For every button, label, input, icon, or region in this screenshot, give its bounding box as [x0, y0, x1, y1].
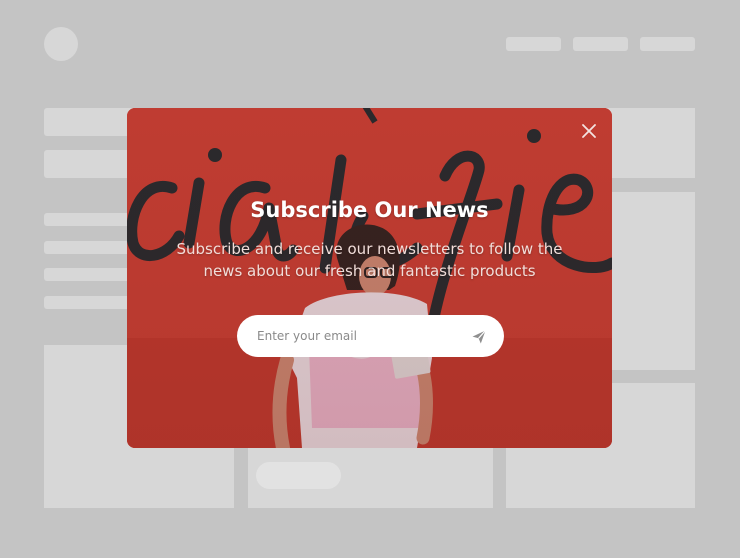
email-input[interactable] — [257, 315, 457, 357]
send-icon — [472, 330, 486, 344]
logo-placeholder — [44, 27, 78, 61]
subscribe-form — [237, 315, 504, 357]
close-icon — [582, 124, 596, 138]
nav-link-placeholder — [573, 37, 628, 51]
nav-link-placeholder — [506, 37, 561, 51]
close-button[interactable] — [579, 121, 599, 141]
popup-description: Subscribe and receive our newsletters to… — [176, 240, 563, 280]
subscribe-popup: Subscribe Our News Subscribe and receive… — [127, 108, 612, 448]
button-placeholder — [256, 462, 341, 489]
popup-title: Subscribe Our News — [250, 198, 489, 222]
nav-link-placeholder — [640, 37, 695, 51]
submit-button[interactable] — [469, 327, 489, 347]
